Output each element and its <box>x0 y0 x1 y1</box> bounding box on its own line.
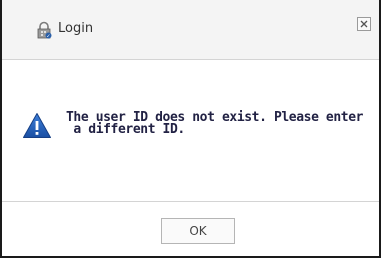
warning-icon <box>22 112 52 139</box>
close-button[interactable] <box>357 17 371 31</box>
dialog-footer: OK <box>2 201 379 256</box>
dialog-title: Login <box>58 21 94 36</box>
close-icon <box>360 20 368 28</box>
lock-icon: ✓ <box>35 21 53 40</box>
error-message: The user ID does not exist. Please enter… <box>66 111 372 137</box>
login-dialog: ✓ Login The user ID does not exist. Plea… <box>0 0 381 258</box>
error-message-line-2: a different ID. <box>66 122 185 137</box>
ok-button[interactable]: OK <box>161 218 235 244</box>
svg-text:✓: ✓ <box>46 34 50 40</box>
dialog-titlebar: ✓ Login <box>2 0 379 60</box>
